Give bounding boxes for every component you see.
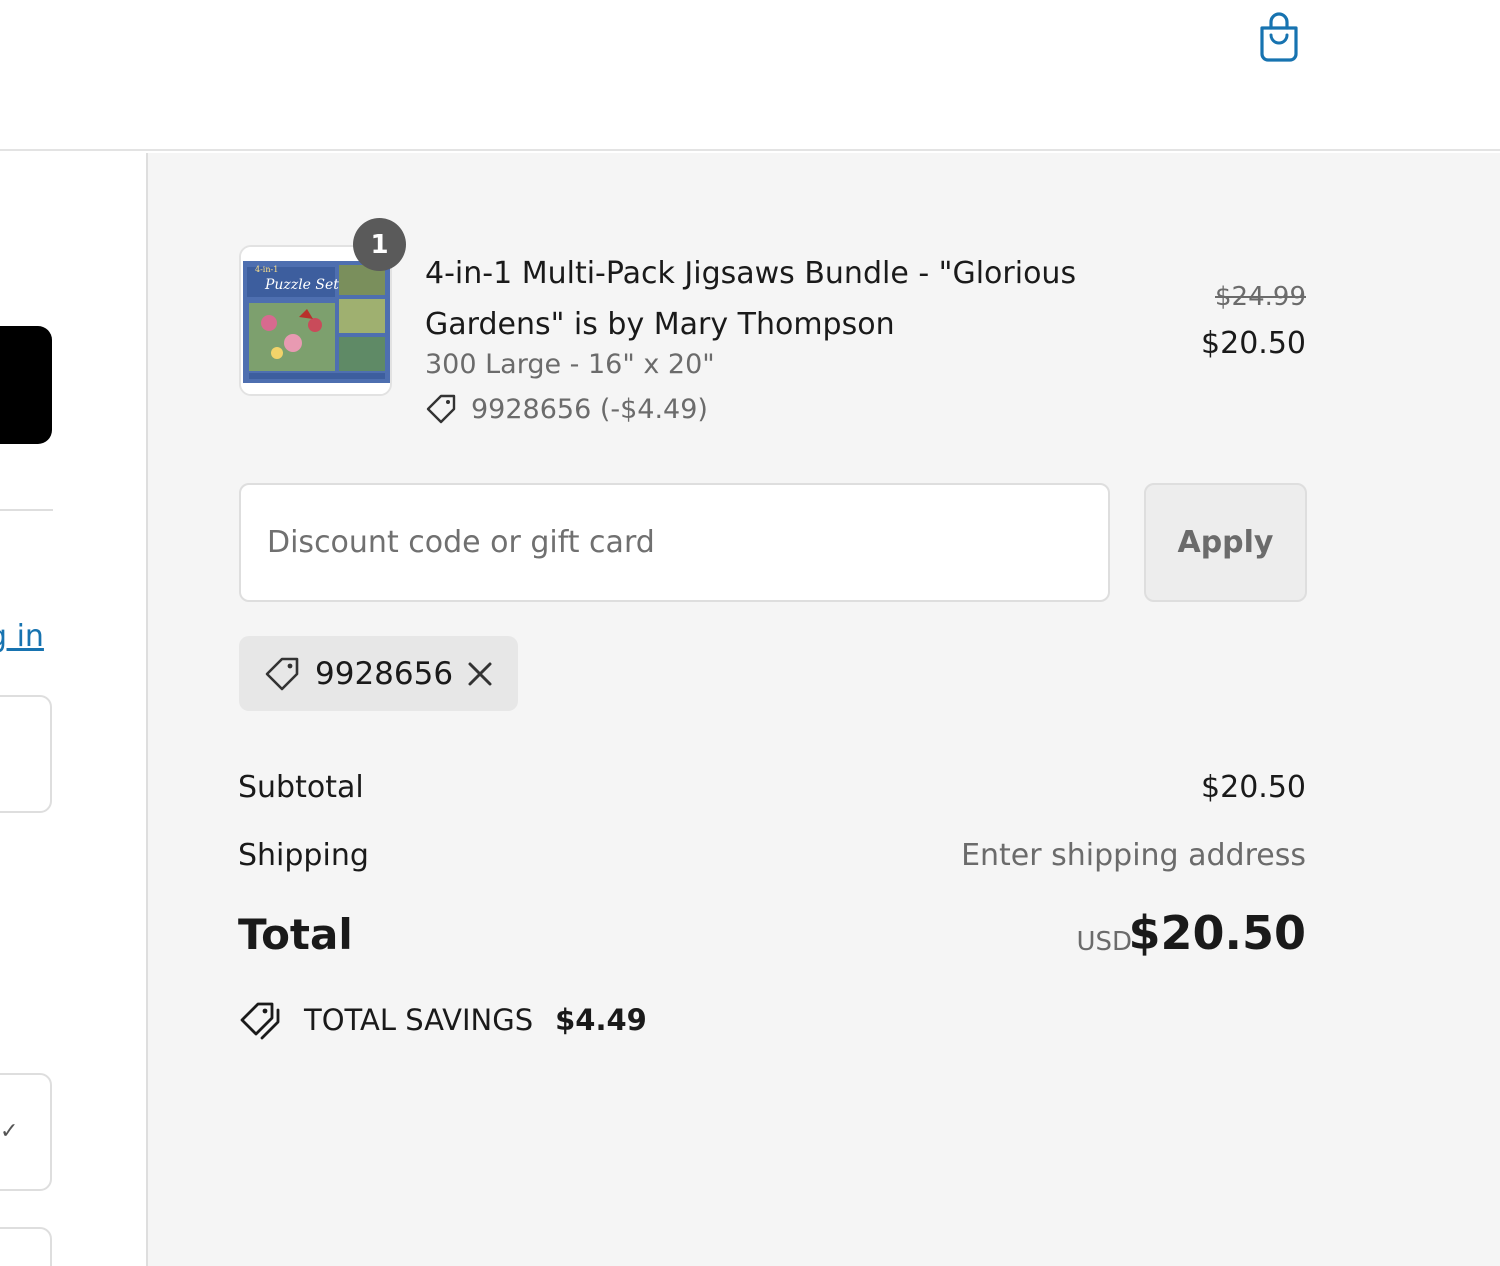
tag-icon [265, 657, 299, 690]
discount-code-input[interactable] [239, 483, 1110, 602]
subtotal-value: $20.50 [1201, 770, 1306, 805]
product-title: 4-in-1 Multi-Pack Jigsaws Bundle - "Glor… [425, 256, 1077, 342]
line-discount: 9928656 (-$4.49) [425, 393, 708, 425]
checkmark-icon: ✓ [0, 1119, 19, 1144]
shopping-bag-icon[interactable] [1254, 10, 1304, 64]
applied-code-label: 9928656 [315, 655, 454, 692]
original-price: $24.99 [1215, 282, 1306, 312]
name-input[interactable] [0, 1227, 52, 1266]
line-discount-label: 9928656 (-$4.49) [471, 393, 708, 425]
divider [0, 509, 53, 511]
tag-icon [426, 394, 456, 424]
line-price: $20.50 [1201, 326, 1306, 361]
product-variant: 300 Large - 16" x 20" [425, 349, 715, 380]
total-value: $20.50 [1128, 906, 1306, 960]
quantity-badge: 1 [353, 218, 406, 271]
shipping-label: Shipping [238, 838, 369, 873]
svg-text:4-in-1: 4-in-1 [255, 265, 278, 274]
page-header [0, 0, 1500, 151]
shipping-value: Enter shipping address [961, 838, 1306, 873]
savings-value: $4.49 [555, 1003, 647, 1037]
total-label: Total [238, 910, 353, 959]
savings-label: TOTAL SAVINGS [304, 1003, 534, 1037]
currency-code: USD [1076, 927, 1132, 957]
total-savings: TOTAL SAVINGS $4.49 [238, 1000, 647, 1040]
svg-text:Puzzle Set: Puzzle Set [264, 277, 339, 293]
subtotal-label: Subtotal [238, 770, 364, 805]
contact-input[interactable] [0, 695, 52, 813]
close-icon[interactable] [466, 660, 494, 688]
log-in-link[interactable]: g in [0, 619, 58, 654]
checkout-form-column: g in ✓ [0, 153, 146, 1266]
apply-button[interactable]: Apply [1144, 483, 1307, 602]
tags-icon [240, 1002, 280, 1040]
express-pay-button[interactable] [0, 326, 52, 444]
